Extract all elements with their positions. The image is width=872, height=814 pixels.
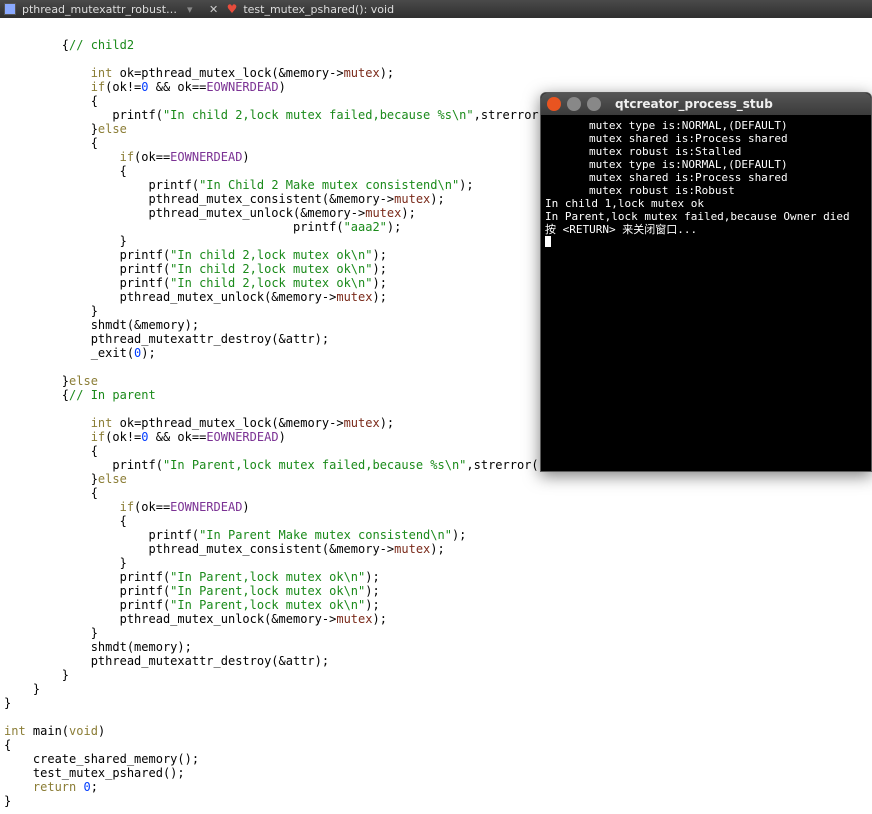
string: "In Parent,lock mutex ok\n" <box>170 570 365 584</box>
ident-mutex: mutex <box>344 66 380 80</box>
terminal-title: qtcreator_process_stub <box>615 97 773 111</box>
string: "aaa2" <box>344 220 387 234</box>
breadcrumb-bar: pthread_mutexattr_robust… ▾ ✕ ♥ test_mut… <box>0 0 872 18</box>
enum-eownerdead: EOWNERDEAD <box>170 150 242 164</box>
string: "In Child 2 Make mutex consistend\n" <box>199 178 459 192</box>
keyword-void: void <box>69 724 98 738</box>
string: "In Parent,lock mutex ok\n" <box>170 598 365 612</box>
string: "In child 2,lock mutex failed,because %s… <box>163 108 474 122</box>
heart-icon: ♥ <box>227 2 238 16</box>
terminal-titlebar[interactable]: qtcreator_process_stub <box>541 93 871 115</box>
terminal-line: In child 1,lock mutex ok <box>545 197 704 210</box>
terminal-line: mutex shared is:Process shared <box>545 171 867 184</box>
keyword-int: int <box>91 416 113 430</box>
enum-eownerdead: EOWNERDEAD <box>206 80 278 94</box>
terminal-line: mutex robust is:Stalled <box>545 145 867 158</box>
breadcrumb-file[interactable]: pthread_mutexattr_robust… <box>22 3 177 16</box>
minimize-button[interactable] <box>567 97 581 111</box>
close-icon[interactable]: ✕ <box>207 2 221 16</box>
keyword-int: int <box>4 724 26 738</box>
keyword-if: if <box>120 150 134 164</box>
ident-mutex: mutex <box>365 206 401 220</box>
string: "In Parent,lock mutex ok\n" <box>170 584 365 598</box>
string: "In child 2,lock mutex ok\n" <box>170 276 372 290</box>
terminal-line: 按 <RETURN> 来关闭窗口... <box>545 223 697 236</box>
ident-mutex: mutex <box>344 416 380 430</box>
ident-mutex: mutex <box>336 612 372 626</box>
maximize-button[interactable] <box>587 97 601 111</box>
breadcrumb-function[interactable]: test_mutex_pshared(): void <box>243 3 394 16</box>
string: "In Parent Make mutex consistend\n" <box>199 528 452 542</box>
keyword-else: else <box>69 374 98 388</box>
terminal-window[interactable]: qtcreator_process_stub mutex type is:NOR… <box>540 92 872 472</box>
keyword-int: int <box>91 66 113 80</box>
number: 0 <box>84 780 91 794</box>
terminal-line: mutex type is:NORMAL,(DEFAULT) <box>545 158 867 171</box>
number: 0 <box>134 346 141 360</box>
terminal-line: mutex robust is:Robust <box>545 184 867 197</box>
string: "In child 2,lock mutex ok\n" <box>170 262 372 276</box>
enum-eownerdead: EOWNERDEAD <box>206 430 278 444</box>
terminal-cursor <box>545 236 551 247</box>
terminal-line: mutex shared is:Process shared <box>545 132 867 145</box>
number: 0 <box>141 430 148 444</box>
keyword-else: else <box>98 122 127 136</box>
chevron-down-icon[interactable]: ▾ <box>187 3 193 16</box>
comment: // child2 <box>69 38 134 52</box>
comment: // In parent <box>69 388 156 402</box>
keyword-if: if <box>91 80 105 94</box>
file-icon <box>4 3 16 15</box>
keyword-if: if <box>91 430 105 444</box>
keyword-if: if <box>120 500 134 514</box>
terminal-line: In Parent,lock mutex failed,because Owne… <box>545 210 850 223</box>
number: 0 <box>141 80 148 94</box>
terminal-output[interactable]: mutex type is:NORMAL,(DEFAULT)mutex shar… <box>541 115 871 471</box>
terminal-line: mutex type is:NORMAL,(DEFAULT) <box>545 119 867 132</box>
ident-mutex: mutex <box>394 192 430 206</box>
string: "In Parent,lock mutex failed,because %s\… <box>163 458 466 472</box>
keyword-return: return <box>33 780 76 794</box>
keyword-else: else <box>98 472 127 486</box>
ident-mutex: mutex <box>336 290 372 304</box>
close-button[interactable] <box>547 97 561 111</box>
string: "In child 2,lock mutex ok\n" <box>170 248 372 262</box>
ident-mutex: mutex <box>394 542 430 556</box>
enum-eownerdead: EOWNERDEAD <box>170 500 242 514</box>
